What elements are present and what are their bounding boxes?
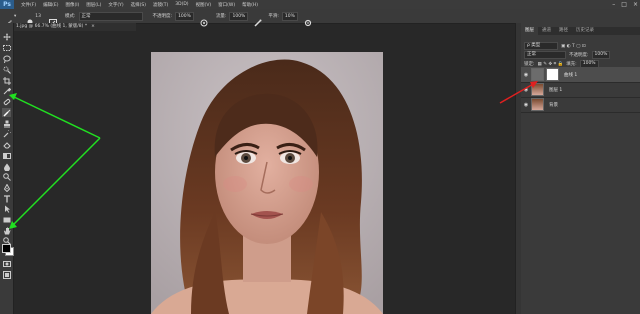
minimize-button[interactable]: – [612, 0, 615, 9]
layer-mask-thumbnail[interactable] [546, 68, 559, 81]
healing-brush-icon[interactable] [2, 97, 11, 106]
tab-history[interactable]: 历史记录 [572, 27, 598, 35]
flow-label: 流量: [215, 14, 227, 19]
opacity-label: 不透明度: [152, 14, 173, 19]
menu-window[interactable]: 窗口(W) [218, 2, 235, 8]
brush-size-preview-icon[interactable] [26, 12, 34, 25]
filter-icons[interactable]: ▣ ◐ T ▢ ⊡ [561, 44, 586, 49]
airbrush-icon[interactable] [254, 12, 262, 27]
document-tab-title: 1.jpg @ 66.7% (曲线 1, 蒙版/8) * [16, 24, 88, 29]
gradient-icon[interactable] [2, 151, 11, 160]
close-window-button[interactable]: × [633, 0, 638, 9]
foreground-color-swatch[interactable] [2, 244, 11, 253]
maximize-button[interactable]: □ [621, 0, 627, 9]
photoshop-logo: Ps [0, 0, 14, 9]
lasso-icon[interactable] [2, 54, 11, 63]
menu-help[interactable]: 帮助(H) [242, 2, 258, 8]
flow-input[interactable]: 100% [229, 11, 249, 21]
layer-thumbnail[interactable] [531, 98, 544, 111]
layer-row[interactable]: ◉ 曲线 1 [521, 67, 640, 83]
clone-stamp-icon[interactable] [2, 119, 11, 128]
eye-icon[interactable]: ◉ [521, 102, 531, 108]
window-controls: – □ × [612, 0, 638, 9]
move-icon[interactable] [2, 32, 11, 41]
dodge-icon[interactable] [2, 172, 11, 181]
menu-view[interactable]: 视图(V) [196, 2, 212, 8]
blur-icon[interactable] [2, 162, 11, 171]
crop-icon[interactable] [2, 76, 11, 85]
mode-select[interactable]: 正常 [78, 11, 143, 21]
marquee-icon[interactable] [2, 43, 11, 52]
path-select-icon[interactable] [2, 204, 11, 213]
history-brush-icon[interactable] [2, 129, 11, 138]
gear-icon[interactable] [304, 12, 312, 27]
hand-icon[interactable] [2, 226, 11, 235]
brush-size-value: 13 [35, 13, 41, 19]
layer-name[interactable]: 背景 [549, 102, 558, 108]
eraser-icon[interactable] [2, 140, 11, 149]
options-bar: ▾ 13 模式: 正常 不透明度: 100% 流量: 100% 平滑: 10% [0, 9, 640, 27]
document-tab[interactable]: 1.jpg @ 66.7% (曲线 1, 蒙版/8) * × [14, 23, 136, 31]
menu-filter[interactable]: 滤镜(T) [153, 2, 168, 8]
layer-name[interactable]: 图层 1 [549, 87, 562, 93]
panel-tabs: 图层 通道 路径 历史记录 [521, 27, 640, 35]
tools-panel [0, 23, 14, 314]
tool-preset-icon[interactable] [4, 12, 12, 27]
menu-3d[interactable]: 3D(D) [175, 2, 188, 7]
type-icon[interactable] [2, 194, 11, 203]
quick-select-icon[interactable] [2, 65, 11, 74]
layer-row[interactable]: ◉ 图层 1 [521, 82, 640, 98]
blend-row: 正常 不透明度: 100% [524, 51, 611, 59]
tab-channels[interactable]: 通道 [538, 27, 555, 35]
portrait-photo[interactable] [151, 52, 383, 314]
layer-opacity-input[interactable]: 100% [591, 51, 611, 59]
eye-icon[interactable]: ◉ [521, 87, 531, 93]
screen-mode-icon[interactable] [2, 270, 11, 279]
layers-panel: 图层 通道 路径 历史记录 ρ 类型 ▣ ◐ T ▢ ⊡ 正常 不透明度: 10… [521, 23, 640, 314]
menu-bar: Ps 文件(F) 编辑(E) 图像(I) 图层(L) 文字(Y) 选择(S) 滤… [0, 0, 640, 9]
menu-image[interactable]: 图像(I) [65, 2, 79, 8]
smoothing-input[interactable]: 10% [281, 11, 298, 21]
menu-file[interactable]: 文件(F) [21, 2, 36, 8]
smoothing-label: 平滑: [268, 14, 279, 19]
opacity-input[interactable]: 100% [175, 11, 194, 21]
tab-layers[interactable]: 图层 [521, 27, 538, 35]
menu-layer[interactable]: 图层(L) [86, 2, 101, 8]
layer-thumbnail[interactable] [531, 83, 544, 96]
menu-select[interactable]: 选择(S) [131, 2, 146, 8]
blend-mode-select[interactable]: 正常 [524, 51, 566, 59]
close-tab-icon[interactable]: × [91, 24, 95, 29]
brush-settings-icon[interactable] [49, 12, 57, 27]
eye-icon[interactable]: ◉ [521, 72, 531, 78]
adjustment-thumbnail[interactable] [531, 68, 544, 81]
mode-label: 模式: [65, 14, 76, 19]
quick-mask-icon[interactable] [2, 259, 11, 268]
layer-kind-filter[interactable]: ρ 类型 [524, 42, 558, 50]
rectangle-icon[interactable] [2, 215, 11, 224]
eyedropper-icon[interactable] [2, 86, 11, 95]
layer-filter-row: ρ 类型 ▣ ◐ T ▢ ⊡ [524, 42, 586, 50]
layer-opacity-label: 不透明度: [569, 53, 589, 58]
tab-paths[interactable]: 路径 [555, 27, 572, 35]
pressure-opacity-icon[interactable] [200, 12, 208, 27]
chevron-down-icon[interactable]: ▾ [14, 14, 16, 19]
menu-edit[interactable]: 编辑(E) [43, 2, 58, 8]
layer-row[interactable]: ◉ 背景 [521, 97, 640, 113]
brush-icon[interactable] [2, 108, 11, 117]
layer-name[interactable]: 曲线 1 [564, 72, 577, 78]
menu-type[interactable]: 文字(Y) [108, 2, 123, 8]
pen-icon[interactable] [2, 183, 11, 192]
